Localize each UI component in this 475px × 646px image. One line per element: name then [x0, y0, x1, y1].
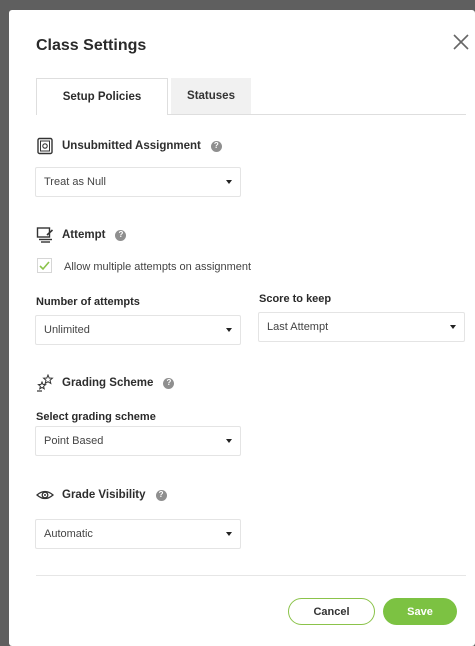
chevron-down-icon [226, 532, 232, 536]
grading-scheme-select[interactable]: Point Based [35, 426, 241, 456]
grading-scheme-value: Point Based [44, 435, 104, 447]
help-icon[interactable]: ? [155, 489, 167, 501]
select-grading-scheme-label: Select grading scheme [36, 411, 156, 423]
unsubmitted-select-value: Treat as Null [44, 176, 106, 188]
save-button[interactable]: Save [383, 598, 457, 625]
grading-heading-text: Grading Scheme [62, 377, 154, 389]
attempt-heading-text: Attempt [62, 229, 106, 241]
tab-bar: Setup Policies Statuses [36, 78, 251, 115]
number-of-attempts-select[interactable]: Unlimited [35, 315, 241, 345]
score-to-keep-label: Score to keep [259, 293, 332, 305]
chevron-down-icon [226, 439, 232, 443]
help-icon[interactable]: ? [115, 229, 127, 241]
visibility-section-heading: Grade Visibility ? [36, 486, 167, 504]
assignment-icon [37, 137, 53, 155]
score-to-keep-select[interactable]: Last Attempt [258, 312, 465, 342]
chevron-down-icon [226, 328, 232, 332]
dialog-title: Class Settings [36, 37, 147, 54]
unsubmitted-select[interactable]: Treat as Null [35, 167, 241, 197]
attempt-section-heading: Attempt ? [36, 226, 127, 244]
help-icon[interactable]: ? [163, 377, 175, 389]
tab-statuses[interactable]: Statuses [171, 78, 251, 114]
cancel-button[interactable]: Cancel [288, 598, 375, 625]
allow-multiple-attempts-label: Allow multiple attempts on assignment [64, 261, 252, 273]
score-to-keep-value: Last Attempt [267, 321, 329, 333]
unsubmitted-section-heading: Unsubmitted Assignment ? [36, 137, 222, 155]
attempt-icon [36, 227, 54, 243]
help-icon[interactable]: ? [210, 140, 222, 152]
grade-visibility-value: Automatic [44, 528, 93, 540]
grade-visibility-select[interactable]: Automatic [35, 519, 241, 549]
grading-stars-icon [37, 374, 54, 392]
footer-divider [36, 575, 466, 576]
close-icon[interactable] [451, 32, 471, 52]
grading-section-heading: Grading Scheme ? [36, 374, 175, 392]
class-settings-dialog: Class Settings Setup Policies Statuses U… [9, 10, 475, 646]
eye-icon [36, 490, 54, 500]
tab-setup-policies[interactable]: Setup Policies [36, 78, 168, 115]
visibility-heading-text: Grade Visibility [62, 489, 146, 501]
chevron-down-icon [226, 180, 232, 184]
number-of-attempts-label: Number of attempts [36, 296, 140, 308]
checkmark-icon [39, 261, 50, 271]
allow-multiple-attempts-checkbox[interactable] [37, 258, 52, 273]
number-of-attempts-value: Unlimited [44, 324, 90, 336]
chevron-down-icon [450, 325, 456, 329]
unsubmitted-heading-text: Unsubmitted Assignment [62, 140, 201, 152]
